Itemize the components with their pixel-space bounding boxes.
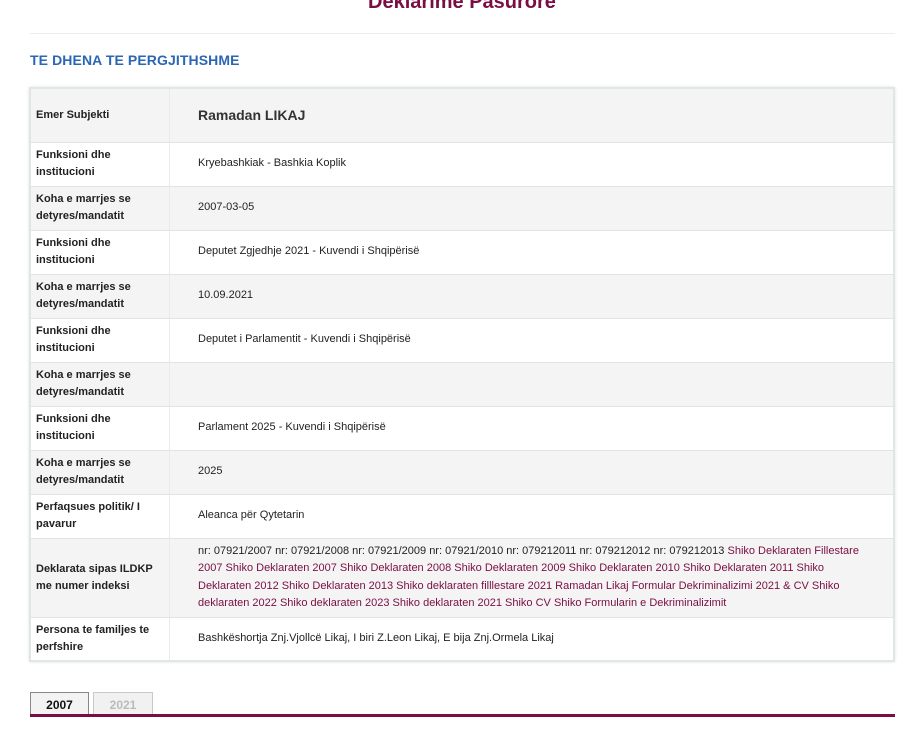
title-divider — [30, 33, 895, 34]
row-label: Emer Subjekti — [30, 88, 170, 143]
row-label: Funksioni dhe institucioni — [30, 230, 170, 275]
row-label: Funksioni dhe institucioni — [30, 406, 170, 451]
row-value: Deputet Zgjedhje 2021 - Kuvendi i Shqipë… — [169, 230, 894, 275]
declaration-link[interactable]: Shiko deklaraten 2021 — [393, 597, 502, 609]
table-row: Funksioni dhe institucioni Deputet Zgjed… — [30, 230, 894, 275]
section-title: TE DHENA TE PERGJITHSHME — [30, 52, 240, 68]
declaration-link[interactable]: Shiko Deklaraten 2013 — [282, 580, 393, 592]
table-row: Deklarata sipas ILDKP me numer indeksi n… — [30, 538, 894, 618]
row-label: Persona te familjes te perfshire — [30, 617, 170, 662]
table-row: Koha e marrjes se detyres/mandatit 2025 — [30, 450, 894, 495]
table-row: Emer Subjekti Ramadan LIKAJ — [30, 88, 894, 143]
tab-2021[interactable]: 2021 — [93, 692, 153, 714]
decriminalization-form-link[interactable]: Shiko Formularin e Dekriminalizimit — [554, 597, 726, 609]
row-label: Funksioni dhe institucioni — [30, 142, 170, 187]
row-value: 10.09.2021 — [169, 274, 894, 319]
table-row: Perfaqsues politik/ I pavarur Aleanca pë… — [30, 494, 894, 539]
cv-link[interactable]: Shiko CV — [505, 597, 551, 609]
declaration-index-numbers: nr: 07921/2007 nr: 07921/2008 nr: 07921/… — [198, 544, 725, 557]
declaration-link[interactable]: Shiko deklaraten 2023 — [280, 597, 389, 609]
row-value: Parlament 2025 - Kuvendi i Shqipërisë — [169, 406, 894, 451]
subject-name: Ramadan LIKAJ — [169, 88, 894, 143]
declarations-cell: nr: 07921/2007 nr: 07921/2008 nr: 07921/… — [169, 538, 894, 618]
row-label: Koha e marrjes se detyres/mandatit — [30, 450, 170, 495]
row-label: Koha e marrjes se detyres/mandatit — [30, 186, 170, 231]
declaration-link[interactable]: Shiko Deklaraten 2007 — [226, 562, 337, 574]
row-label: Deklarata sipas ILDKP me numer indeksi — [30, 538, 170, 618]
table-row: Persona te familjes te perfshire Bashkës… — [30, 617, 894, 662]
tab-underline — [30, 714, 895, 717]
table-row: Koha e marrjes se detyres/mandatit 2007-… — [30, 186, 894, 231]
declaration-link[interactable]: Shiko deklaraten filllestare 2021 — [396, 580, 552, 592]
row-label: Koha e marrjes se detyres/mandatit — [30, 274, 170, 319]
row-label: Koha e marrjes se detyres/mandatit — [30, 362, 170, 407]
row-value — [169, 362, 894, 407]
row-value: Kryebashkiak - Bashkia Koplik — [169, 142, 894, 187]
row-label: Perfaqsues politik/ I pavarur — [30, 494, 170, 539]
table-row: Funksioni dhe institucioni Deputet i Par… — [30, 318, 894, 363]
row-label: Funksioni dhe institucioni — [30, 318, 170, 363]
declaration-link[interactable]: Shiko Deklaraten 2010 — [569, 562, 680, 574]
tab-2007[interactable]: 2007 — [30, 692, 89, 714]
page-title: Deklarime Pasurore — [368, 0, 556, 13]
table-row: Koha e marrjes se detyres/mandatit 10.09… — [30, 274, 894, 319]
table-row: Koha e marrjes se detyres/mandatit — [30, 362, 894, 407]
declaration-link[interactable]: Shiko Deklaraten 2008 — [340, 562, 451, 574]
general-info-table: Emer Subjekti Ramadan LIKAJ Funksioni dh… — [29, 87, 895, 662]
row-value: 2025 — [169, 450, 894, 495]
table-row: Funksioni dhe institucioni Kryebashkiak … — [30, 142, 894, 187]
declaration-link[interactable]: Ramadan Likaj Formular Dekriminalizimi 2… — [555, 580, 809, 592]
row-value: Bashkëshortja Znj.Vjollcë Likaj, I biri … — [169, 617, 894, 662]
declaration-link[interactable]: Shiko Deklaraten 2009 — [454, 562, 565, 574]
declaration-link[interactable]: Shiko Deklaraten 2011 — [683, 562, 793, 574]
row-value: Deputet i Parlamentit - Kuvendi i Shqipë… — [169, 318, 894, 363]
row-value: 2007-03-05 — [169, 186, 894, 231]
table-row: Funksioni dhe institucioni Parlament 202… — [30, 406, 894, 451]
year-tabs: 2007 2021 — [30, 692, 153, 716]
row-value: Aleanca për Qytetarin — [169, 494, 894, 539]
